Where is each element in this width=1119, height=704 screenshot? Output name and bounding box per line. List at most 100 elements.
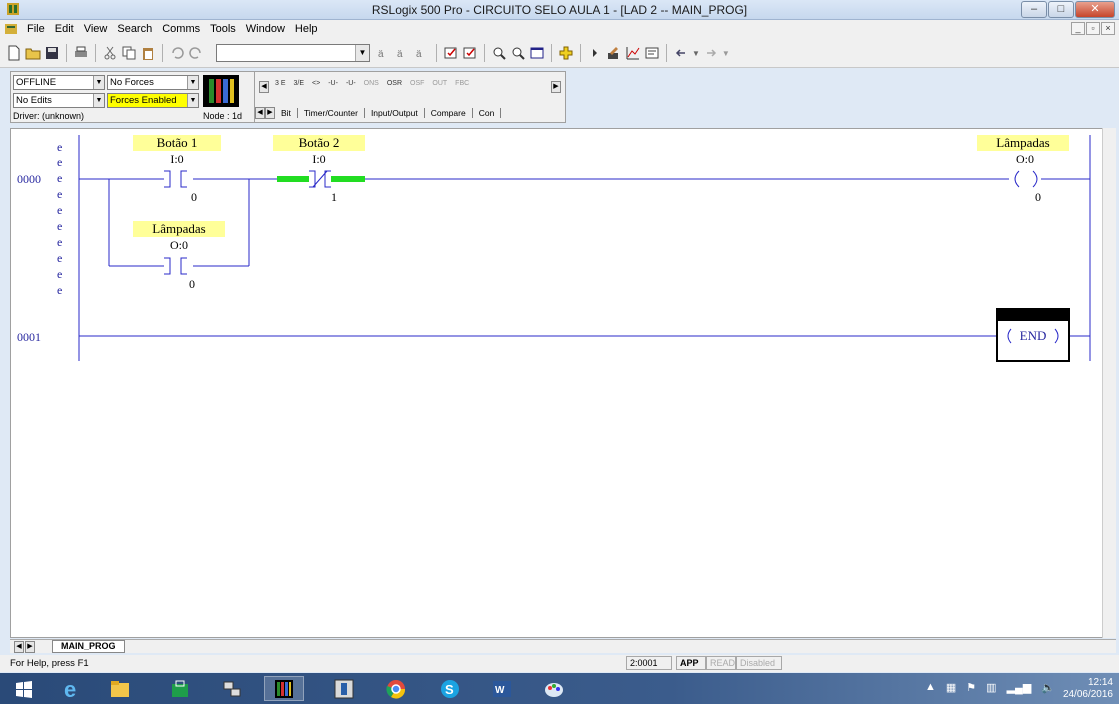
sheet-prev-icon[interactable]: ◀	[14, 641, 24, 653]
tab-con[interactable]: Con	[473, 108, 502, 118]
file-explorer-icon	[111, 680, 129, 697]
menu-view[interactable]: View	[79, 23, 113, 35]
properties-icon[interactable]	[644, 45, 660, 61]
instr-xic[interactable]: 3 E	[275, 80, 286, 87]
search-combo[interactable]: ▼	[216, 44, 370, 62]
verify-file-icon[interactable]	[443, 45, 459, 61]
back-icon[interactable]	[673, 45, 689, 61]
menu-tools[interactable]: Tools	[205, 23, 241, 35]
tab-input-output[interactable]: Input/Output	[365, 108, 425, 118]
instr-otl[interactable]: -U-	[328, 80, 338, 87]
tab-bit[interactable]: Bit	[275, 108, 298, 118]
redo-icon[interactable]	[188, 45, 204, 61]
signal-icon[interactable]: ▂▄▆	[1007, 681, 1032, 694]
tray-expand-icon[interactable]: ▲	[925, 681, 936, 694]
replace-icon[interactable]: ä	[414, 45, 430, 61]
forward-icon[interactable]	[703, 45, 719, 61]
menu-file[interactable]: File	[22, 23, 50, 35]
taskbar-rslogix[interactable]	[264, 676, 304, 701]
instr-out[interactable]: OUT	[432, 80, 447, 87]
palette-scroll-left-icon[interactable]: ◀	[259, 81, 269, 93]
minimize-button[interactable]: –	[1021, 1, 1047, 18]
palette-scroll-right-icon[interactable]: ▶	[551, 81, 561, 93]
taskbar-store[interactable]	[160, 676, 200, 701]
paste-icon[interactable]	[140, 45, 156, 61]
instr-ons[interactable]: ONS	[364, 80, 379, 87]
windows-start-icon	[16, 680, 32, 698]
clock-time: 12:14	[1087, 677, 1113, 688]
menu-help[interactable]: Help	[290, 23, 323, 35]
menu-search[interactable]: Search	[112, 23, 157, 35]
ladder-editor[interactable]: e e e e e e e e e e 0000 0001 Botão 1 I:	[10, 128, 1116, 638]
zoom-in-icon[interactable]	[491, 45, 507, 61]
mdi-close-button[interactable]: ×	[1101, 22, 1115, 35]
start-button[interactable]	[4, 676, 44, 701]
disabled-status: Disabled	[736, 656, 782, 670]
instr-fbc[interactable]: FBC	[455, 80, 469, 87]
instr-otu[interactable]: -U-	[346, 80, 356, 87]
taskbar-explorer[interactable]	[100, 676, 140, 701]
mdi-restore-button[interactable]: ▫	[1086, 22, 1100, 35]
tray-app-icon[interactable]: ▦	[946, 681, 956, 694]
forces-combo[interactable]: No Forces ▼	[107, 75, 199, 90]
instr-osr[interactable]: OSR	[387, 80, 402, 87]
mode-combo[interactable]: OFFLINE ▼	[13, 75, 105, 90]
find-next-icon[interactable]: ä	[395, 45, 411, 61]
forces-value: No Forces	[110, 77, 154, 88]
mdi-minimize-button[interactable]: _	[1071, 22, 1085, 35]
find-icon[interactable]: ä	[376, 45, 392, 61]
print-icon[interactable]	[73, 45, 89, 61]
clock[interactable]: 12:14 24/06/2016	[1063, 677, 1113, 701]
add-rung-icon[interactable]	[558, 45, 574, 61]
taskbar-ie[interactable]: e	[52, 676, 92, 701]
taskbar-word[interactable]: W	[482, 676, 522, 701]
xic-botao1-contact[interactable]	[164, 170, 187, 188]
document-icon[interactable]	[4, 22, 18, 36]
close-button[interactable]: ✕	[1075, 1, 1115, 18]
flag-icon[interactable]: ⚑	[966, 681, 976, 694]
forces-enabled-combo[interactable]: Forces Enabled ▼	[107, 93, 199, 108]
tab-compare[interactable]: Compare	[425, 108, 473, 118]
rung-number-0000[interactable]: 0000	[17, 172, 41, 186]
new-file-icon[interactable]	[6, 45, 22, 61]
instr-osf[interactable]: OSF	[410, 80, 424, 87]
tab-main-prog[interactable]: MAIN_PROG	[52, 640, 125, 653]
network-icon[interactable]: ▥	[986, 681, 996, 694]
edits-combo[interactable]: No Edits ▼	[13, 93, 105, 108]
tab-scroll-right-icon[interactable]: ▶	[265, 107, 275, 119]
undo-icon[interactable]	[169, 45, 185, 61]
tab-scroll-left-icon[interactable]: ◀	[255, 107, 265, 119]
taskbar-skype[interactable]: S	[430, 676, 470, 701]
ote-lampadas-coil[interactable]	[1014, 170, 1038, 188]
zoom-out-icon[interactable]	[510, 45, 526, 61]
taskbar-paint[interactable]	[534, 676, 574, 701]
taskbar-network-tool[interactable]	[212, 676, 252, 701]
vertical-scrollbar[interactable]	[1102, 128, 1116, 638]
taskbar-chrome[interactable]	[376, 676, 416, 701]
save-icon[interactable]	[44, 45, 60, 61]
xio-botao2-contact[interactable]	[309, 170, 331, 188]
instr-ote[interactable]: <>	[312, 80, 320, 87]
menu-comms[interactable]: Comms	[157, 23, 205, 35]
copy-icon[interactable]	[121, 45, 137, 61]
verify-project-icon[interactable]	[462, 45, 478, 61]
cut-icon[interactable]	[102, 45, 118, 61]
chart-icon[interactable]	[625, 45, 641, 61]
taskbar-app[interactable]	[324, 676, 364, 701]
app-mode: APP	[676, 656, 706, 670]
edit-rung-icon[interactable]	[606, 45, 622, 61]
volume-icon[interactable]: 🔈	[1041, 681, 1055, 694]
menu-window[interactable]: Window	[241, 23, 290, 35]
window-icon[interactable]	[529, 45, 545, 61]
rung-number-0001[interactable]: 0001	[17, 330, 41, 344]
menu-edit[interactable]: Edit	[50, 23, 79, 35]
open-folder-icon[interactable]	[25, 45, 41, 61]
end-instruction[interactable]: END	[996, 308, 1070, 362]
sheet-next-icon[interactable]: ▶	[25, 641, 35, 653]
instr-xio[interactable]: 3/E	[294, 80, 305, 87]
tab-timer-counter[interactable]: Timer/Counter	[298, 108, 365, 118]
run-arrow-icon[interactable]	[587, 45, 603, 61]
xic-lampadas-contact[interactable]	[164, 257, 187, 275]
marker: e	[57, 235, 62, 249]
maximize-button[interactable]: □	[1048, 1, 1074, 18]
